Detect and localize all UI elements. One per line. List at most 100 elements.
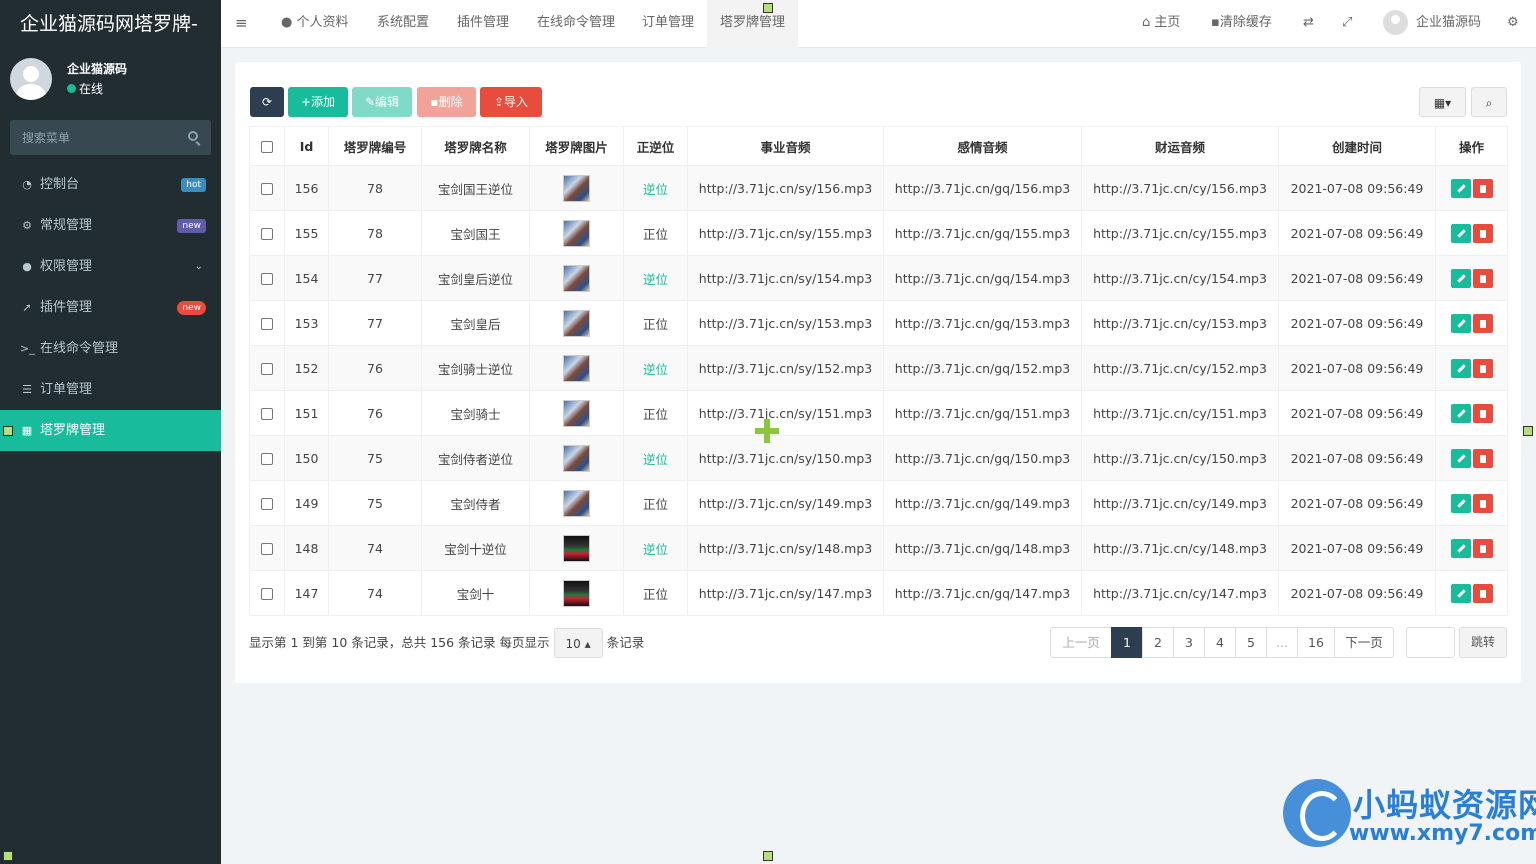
- page-button[interactable]: 4: [1204, 627, 1236, 658]
- table-row[interactable]: 156 78 宝剑国王逆位 逆位 http://3.71jc.cn/sy/156.mp3…: [249, 165, 1508, 211]
- row-delete-button[interactable]: [1472, 403, 1493, 423]
- column-header-image[interactable]: 塔罗牌图片: [529, 126, 624, 166]
- sidebar-item-dashboard[interactable]: ◔ 控制台 hot: [0, 164, 221, 205]
- prev-page-button[interactable]: 上一页: [1050, 627, 1112, 658]
- row-delete-button[interactable]: [1472, 358, 1493, 378]
- import-button[interactable]: ⇪导入: [480, 87, 542, 117]
- row-checkbox[interactable]: [261, 588, 273, 600]
- column-header-no[interactable]: 塔罗牌编号: [328, 126, 422, 166]
- card-thumbnail[interactable]: [563, 219, 590, 247]
- delete-button[interactable]: ▪删除: [417, 87, 476, 117]
- search-icon[interactable]: [188, 131, 198, 141]
- row-delete-button[interactable]: [1472, 448, 1493, 468]
- resize-handle[interactable]: [763, 3, 773, 13]
- table-row[interactable]: 154 77 宝剑皇后逆位 逆位 http://3.71jc.cn/sy/154.mp3…: [249, 255, 1508, 301]
- sidebar-item-orders[interactable]: ☰ 订单管理: [0, 369, 221, 410]
- row-checkbox[interactable]: [261, 273, 273, 285]
- card-thumbnail[interactable]: [563, 174, 590, 202]
- row-edit-button[interactable]: [1450, 358, 1471, 378]
- column-header-position[interactable]: 正逆位: [623, 126, 688, 166]
- user-menu[interactable]: 企业猫源码: [1383, 0, 1481, 48]
- row-delete-button[interactable]: [1472, 268, 1493, 288]
- sidebar-item-command[interactable]: >_ 在线命令管理: [0, 328, 221, 369]
- row-delete-button[interactable]: [1472, 583, 1493, 603]
- table-row[interactable]: 147 74 宝剑十 正位 http://3.71jc.cn/sy/147.mp3 htt…: [249, 570, 1508, 616]
- table-row[interactable]: 148 74 宝剑十逆位 逆位 http://3.71jc.cn/sy/148.mp3 h…: [249, 525, 1508, 571]
- column-header-career-audio[interactable]: 事业音频: [687, 126, 884, 166]
- row-edit-button[interactable]: [1450, 223, 1471, 243]
- row-edit-button[interactable]: [1450, 493, 1471, 513]
- row-edit-button[interactable]: [1450, 268, 1471, 288]
- home-link[interactable]: ⌂ 主页: [1142, 0, 1180, 48]
- page-button[interactable]: 1: [1111, 627, 1143, 658]
- row-delete-button[interactable]: [1472, 178, 1493, 198]
- tab-system-config[interactable]: 系统配置: [377, 0, 429, 48]
- page-button[interactable]: 2: [1142, 627, 1174, 658]
- table-row[interactable]: 155 78 宝剑国王 正位 http://3.71jc.cn/sy/155.mp3 ht…: [249, 210, 1508, 256]
- card-thumbnail[interactable]: [563, 489, 590, 517]
- table-row[interactable]: 152 76 宝剑骑士逆位 逆位 http://3.71jc.cn/sy/152.mp3…: [249, 345, 1508, 391]
- row-delete-button[interactable]: [1472, 538, 1493, 558]
- select-all-checkbox[interactable]: [261, 141, 273, 153]
- row-checkbox[interactable]: [261, 543, 273, 555]
- column-header-name[interactable]: 塔罗牌名称: [421, 126, 530, 166]
- row-checkbox[interactable]: [261, 183, 273, 195]
- row-checkbox[interactable]: [261, 228, 273, 240]
- refresh-button[interactable]: ⟳: [250, 87, 284, 117]
- row-edit-button[interactable]: [1450, 448, 1471, 468]
- columns-toggle-button[interactable]: ▦▾: [1419, 87, 1466, 117]
- settings-gear-icon[interactable]: ⚙: [1507, 0, 1519, 48]
- card-thumbnail[interactable]: [563, 399, 590, 427]
- table-row[interactable]: 150 75 宝剑侍者逆位 逆位 http://3.71jc.cn/sy/150.mp3…: [249, 435, 1508, 481]
- menu-search-input[interactable]: [10, 120, 170, 155]
- jump-button[interactable]: 跳转: [1459, 627, 1507, 658]
- tab-command[interactable]: 在线命令管理: [537, 0, 615, 48]
- translate-icon[interactable]: ⇄: [1303, 0, 1314, 48]
- table-row[interactable]: 149 75 宝剑侍者 正位 http://3.71jc.cn/sy/149.mp3 ht…: [249, 480, 1508, 526]
- menu-toggle-icon[interactable]: ≡: [235, 0, 248, 48]
- tab-tarot[interactable]: 塔罗牌管理: [707, 0, 798, 48]
- card-thumbnail[interactable]: [563, 309, 590, 337]
- fullscreen-icon[interactable]: ⤢: [1342, 0, 1352, 48]
- tab-addons[interactable]: 插件管理: [457, 0, 509, 48]
- page-button[interactable]: 16: [1297, 627, 1335, 658]
- next-page-button[interactable]: 下一页: [1334, 627, 1394, 658]
- card-thumbnail[interactable]: [563, 579, 590, 607]
- row-checkbox[interactable]: [261, 498, 273, 510]
- clear-cache-button[interactable]: ▪清除缓存: [1211, 0, 1272, 48]
- row-delete-button[interactable]: [1472, 223, 1493, 243]
- sidebar-item-auth[interactable]: ● 权限管理 ⌄: [0, 246, 221, 287]
- row-edit-button[interactable]: [1450, 583, 1471, 603]
- table-row[interactable]: 153 77 宝剑皇后 正位 http://3.71jc.cn/sy/153.mp3 ht…: [249, 300, 1508, 346]
- row-delete-button[interactable]: [1472, 493, 1493, 513]
- card-thumbnail[interactable]: [563, 264, 590, 292]
- row-edit-button[interactable]: [1450, 313, 1471, 333]
- row-checkbox[interactable]: [261, 363, 273, 375]
- edit-button[interactable]: ✎编辑: [352, 87, 412, 117]
- row-edit-button[interactable]: [1450, 178, 1471, 198]
- page-button[interactable]: 3: [1173, 627, 1205, 658]
- add-button[interactable]: +添加: [288, 87, 348, 117]
- sidebar-item-general[interactable]: ⚙ 常规管理 new: [0, 205, 221, 246]
- resize-handle[interactable]: [3, 851, 13, 861]
- sidebar-item-addons[interactable]: ➚ 插件管理 new: [0, 287, 221, 328]
- tab-profile[interactable]: ● 个人资料: [281, 0, 349, 48]
- row-delete-button[interactable]: [1472, 313, 1493, 333]
- resize-handle[interactable]: [1523, 426, 1533, 436]
- row-checkbox[interactable]: [261, 318, 273, 330]
- sidebar-item-tarot[interactable]: ▦ 塔罗牌管理: [0, 410, 221, 451]
- column-header-id[interactable]: Id: [284, 126, 329, 166]
- row-checkbox[interactable]: [261, 453, 273, 465]
- resize-handle[interactable]: [763, 851, 773, 861]
- table-row[interactable]: 151 76 宝剑骑士 正位 http://3.71jc.cn/sy/151.mp3 ht…: [249, 390, 1508, 436]
- page-button[interactable]: 5: [1235, 627, 1267, 658]
- card-thumbnail[interactable]: [563, 354, 590, 382]
- column-header-wealth-audio[interactable]: 财运音频: [1081, 126, 1279, 166]
- row-checkbox[interactable]: [261, 408, 273, 420]
- page-size-select[interactable]: 10 ▴: [553, 628, 603, 658]
- row-edit-button[interactable]: [1450, 403, 1471, 423]
- tab-orders[interactable]: 订单管理: [642, 0, 694, 48]
- card-thumbnail[interactable]: [563, 444, 590, 472]
- card-thumbnail[interactable]: [563, 534, 590, 562]
- app-logo[interactable]: 企业猫源码网塔罗牌-: [0, 0, 221, 48]
